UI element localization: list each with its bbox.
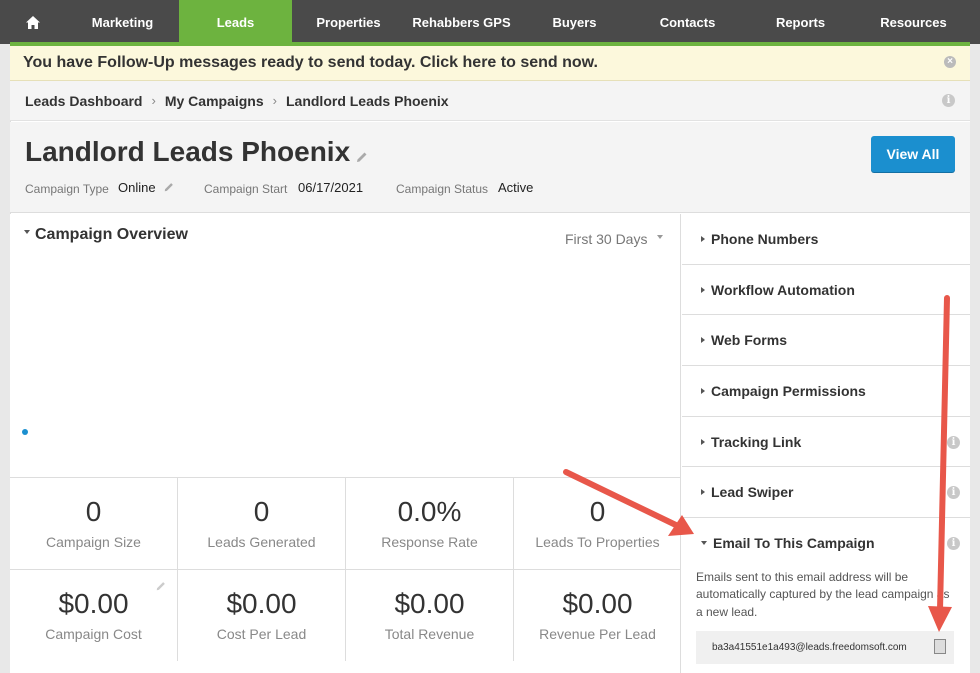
accordion-campaign-permissions[interactable]: Campaign Permissions [682, 366, 970, 417]
accordion-label: Workflow Automation [711, 281, 855, 298]
breadcrumb-my-campaigns[interactable]: My Campaigns [165, 93, 264, 109]
accordion-phone-numbers[interactable]: Phone Numbers [682, 214, 970, 265]
caret-right-icon [701, 286, 705, 293]
stat-label: Cost Per Lead [216, 626, 307, 642]
stats-grid: 0 Campaign Size 0 Leads Generated 0.0% Resp… [10, 477, 681, 661]
tab-buyers[interactable]: Buyers [518, 0, 631, 44]
overview-title-text: Campaign Overview [35, 226, 188, 243]
tab-contacts[interactable]: Contacts [631, 0, 744, 44]
accordion-web-forms[interactable]: Web Forms [682, 315, 970, 367]
tab-rehabbers-gps[interactable]: Rehabbers GPS [405, 0, 518, 44]
info-icon[interactable]: i [947, 486, 960, 500]
chevron-right-icon: › [272, 93, 277, 108]
caret-down-icon [701, 541, 707, 546]
breadcrumb-current: Landlord Leads Phoenix [285, 92, 449, 109]
accordion-label: Email To This Campaign [713, 535, 875, 552]
stat-campaign-size: 0 Campaign Size [10, 478, 178, 569]
campaign-type-label: Campaign Type [25, 182, 109, 196]
tab-marketing[interactable]: Marketing [66, 0, 179, 44]
campaign-overview-panel: Campaign Overview First 30 Days 0 Campaig… [10, 214, 681, 673]
stat-value: $0.00 [562, 588, 633, 619]
stat-label: Campaign Size [46, 534, 141, 550]
tab-reports[interactable]: Reports [744, 0, 857, 44]
stat-campaign-cost: $0.00 Campaign Cost [10, 570, 178, 661]
chart-point [22, 429, 28, 435]
page-title: Landlord Leads Phoenix [25, 136, 351, 167]
stat-revenue-per-lead: $0.00 Revenue Per Lead [514, 570, 681, 661]
info-icon[interactable]: i [947, 537, 960, 551]
tab-properties[interactable]: Properties [292, 0, 405, 44]
followup-alert[interactable]: You have Follow-Up messages ready to sen… [10, 46, 970, 81]
campaign-start-label: Campaign Start [204, 182, 288, 196]
accordion-label: Tracking Link [711, 433, 802, 450]
campaign-email-field[interactable]: ba3a41551e1a493@leads.freedomsoft.com [696, 631, 954, 665]
stat-response-rate: 0.0% Response Rate [346, 478, 514, 569]
stat-value: 0 [253, 496, 270, 527]
stat-label: Total Revenue [384, 626, 475, 642]
caret-right-icon [701, 489, 705, 496]
stat-label: Leads Generated [207, 534, 316, 550]
clipboard-icon[interactable] [934, 639, 946, 655]
caret-right-icon [701, 337, 705, 344]
breadcrumb-leads-dashboard[interactable]: Leads Dashboard [25, 93, 142, 109]
date-range-select[interactable]: First 30 Days [565, 231, 668, 247]
stats-row: 0 Campaign Size 0 Leads Generated 0.0% Resp… [10, 477, 681, 569]
tab-leads[interactable]: Leads [179, 0, 292, 44]
date-range-value: First 30 Days [565, 231, 648, 247]
accordion-lead-swiper[interactable]: Lead Swiper i [682, 467, 970, 519]
info-icon[interactable]: i [947, 435, 960, 449]
overview-title[interactable]: Campaign Overview [24, 226, 188, 244]
accordion-label: Lead Swiper [711, 484, 794, 501]
stat-label: Revenue Per Lead [539, 626, 656, 642]
stat-value: $0.00 [394, 588, 465, 619]
breadcrumb: Leads Dashboard › My Campaigns › Landlor… [10, 81, 970, 121]
stat-label: Campaign Cost [45, 626, 142, 642]
caret-right-icon [701, 235, 705, 242]
caret-down-icon [24, 229, 30, 234]
campaign-status-value: Active [498, 180, 534, 195]
info-icon[interactable]: i [942, 94, 955, 107]
edit-pencil-icon[interactable] [355, 150, 369, 164]
accordion-workflow-automation[interactable]: Workflow Automation [682, 265, 970, 316]
stat-value: 0.0% [397, 496, 462, 527]
home-tab[interactable] [0, 0, 66, 44]
home-icon [26, 15, 40, 29]
stat-total-revenue: $0.00 Total Revenue [346, 570, 514, 661]
stat-label: Leads To Properties [535, 534, 660, 550]
chevron-down-icon [657, 235, 664, 240]
view-all-button[interactable]: View All [871, 136, 955, 172]
stat-value: 0 [85, 496, 102, 527]
email-description: Emails sent to this email address will b… [696, 569, 950, 619]
stat-value: $0.00 [58, 588, 129, 619]
accordion-label: Web Forms [711, 332, 787, 349]
stat-cost-per-lead: $0.00 Cost Per Lead [178, 570, 346, 661]
stat-value: 0 [589, 496, 606, 527]
campaign-header: Landlord Leads Phoenix Campaign Type Onl… [10, 122, 970, 213]
stats-row: $0.00 Campaign Cost $0.00 Cost Per Lead $0… [10, 569, 681, 661]
accordion-label: Campaign Permissions [711, 382, 866, 399]
close-icon[interactable]: × [944, 56, 956, 68]
campaign-status-label: Campaign Status [396, 182, 489, 196]
accordion-email-to-campaign[interactable]: Email To This Campaign i [682, 518, 970, 569]
campaign-sidebar: Phone Numbers Workflow Automation Web Fo… [682, 214, 970, 673]
stat-value: $0.00 [226, 588, 297, 619]
accordion-tracking-link[interactable]: Tracking Link i [682, 417, 970, 468]
campaign-email-address[interactable]: ba3a41551e1a493@leads.freedomsoft.com [712, 642, 907, 653]
caret-right-icon [701, 387, 705, 394]
caret-right-icon [701, 438, 705, 445]
campaign-type-value: Online [118, 180, 156, 195]
stat-leads-to-properties: 0 Leads To Properties [514, 478, 681, 569]
chevron-right-icon: › [151, 93, 156, 108]
top-nav: Marketing Leads Properties Rehabbers GPS… [0, 0, 980, 44]
campaign-start-value: 06/17/2021 [298, 180, 364, 195]
stat-label: Response Rate [381, 534, 478, 550]
edit-type-icon[interactable] [163, 181, 175, 193]
tab-resources[interactable]: Resources [857, 0, 970, 44]
alert-text[interactable]: You have Follow-Up messages ready to sen… [23, 54, 598, 72]
accordion-label: Phone Numbers [711, 230, 819, 247]
stat-leads-generated: 0 Leads Generated [178, 478, 346, 569]
edit-cost-icon[interactable] [155, 580, 167, 592]
